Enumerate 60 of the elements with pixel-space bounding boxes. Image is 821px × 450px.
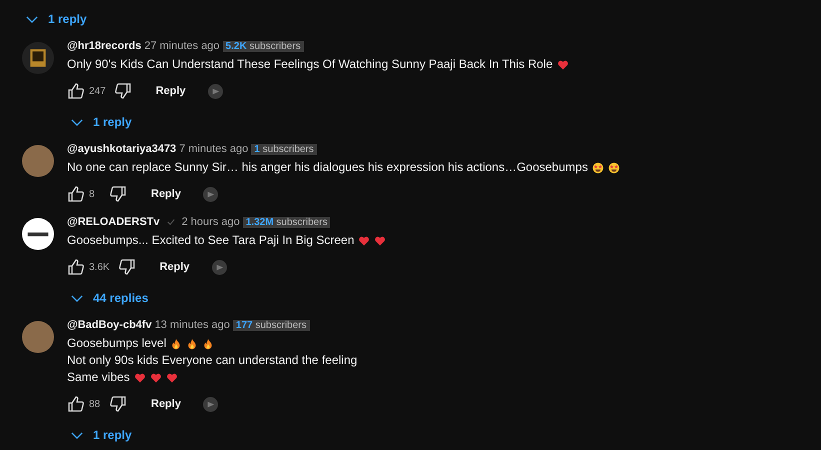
heart-icon <box>166 372 178 384</box>
reply-button[interactable]: Reply <box>141 394 191 414</box>
chevron-down-icon <box>26 16 38 22</box>
subscriber-badge: 1.32M subscribers <box>242 216 330 228</box>
replies-link[interactable]: 44 replies <box>93 291 148 305</box>
thumbs-up-icon[interactable] <box>67 185 85 203</box>
subscriber-badge: 177 subscribers <box>232 320 310 330</box>
comment-time: 2 hours ago <box>182 216 240 228</box>
fire-icon <box>202 338 214 350</box>
comment-text: Not only 90s kids Everyone can understand the feeling <box>67 352 358 369</box>
heart-icon <box>556 58 569 70</box>
comment-time: 7 minutes ago <box>179 143 248 155</box>
replies-link[interactable]: 1 reply <box>48 12 87 26</box>
fire-icon <box>186 338 198 350</box>
avatar[interactable] <box>22 42 54 74</box>
reply-button[interactable]: Reply <box>141 184 191 204</box>
star-eyes-face-icon <box>608 162 620 174</box>
chevron-down-icon <box>71 294 83 302</box>
heart-icon <box>374 234 386 246</box>
replies-link[interactable]: 1 reply <box>93 428 132 442</box>
comment-text: Goosebumps... Excited to See Tara Paji In Big Screen <box>67 232 354 249</box>
thumbs-down-icon[interactable] <box>109 395 127 413</box>
avatar[interactable] <box>22 218 54 250</box>
thumbs-up-icon[interactable] <box>67 82 85 100</box>
comment-text: Same vibes <box>67 369 130 386</box>
chevron-down-icon <box>71 432 83 438</box>
comment-time: 27 minutes ago <box>144 40 220 52</box>
heart-icon <box>134 372 146 384</box>
heart-icon <box>150 372 162 384</box>
subscriber-badge: 5.2K subscribers <box>222 40 304 52</box>
author-name[interactable]: @BadBoy-cb4fv <box>67 319 152 331</box>
comment-text: No one can replace Sunny Sir… his anger his dialogues his expression his actions…Goosebumps <box>67 159 588 176</box>
heart-icon <box>358 234 370 246</box>
fire-icon <box>170 338 182 350</box>
thumbs-up-icon[interactable] <box>67 395 85 413</box>
like-count: 88 <box>89 398 101 410</box>
thumbs-down-icon[interactable] <box>114 82 132 100</box>
creator-avatar-icon <box>208 84 223 98</box>
like-count: 3.6K <box>89 262 110 272</box>
creator-avatar-icon <box>202 396 218 412</box>
thumbs-up-icon[interactable] <box>67 258 85 276</box>
author-name[interactable]: @ayushkotariya3473 <box>67 143 176 155</box>
like-count: 247 <box>89 86 106 96</box>
comment-text: Goosebumps level <box>67 335 166 352</box>
creator-avatar-icon <box>212 260 227 274</box>
creator-avatar-icon <box>202 186 218 202</box>
thumbs-down-icon[interactable] <box>109 185 127 203</box>
star-eyes-face-icon <box>592 162 604 174</box>
author-name[interactable]: @hr18records <box>67 40 142 52</box>
comment-text: Only 90's Kids Can Understand These Feelings Of Watching Sunny Paaji Back In This Role <box>67 56 553 73</box>
author-name[interactable]: @RELOADERSTv <box>67 216 160 228</box>
reply-button[interactable]: Reply <box>150 257 200 277</box>
thumbs-down-icon[interactable] <box>118 258 136 276</box>
reply-button[interactable]: Reply <box>146 81 196 101</box>
like-count: 8 <box>89 188 96 200</box>
replies-link[interactable]: 1 reply <box>93 115 132 129</box>
comment-time: 13 minutes ago <box>154 319 230 331</box>
subscriber-badge: 1 subscribers <box>251 144 317 154</box>
chevron-down-icon <box>71 118 83 126</box>
verified-check-icon <box>166 218 175 226</box>
